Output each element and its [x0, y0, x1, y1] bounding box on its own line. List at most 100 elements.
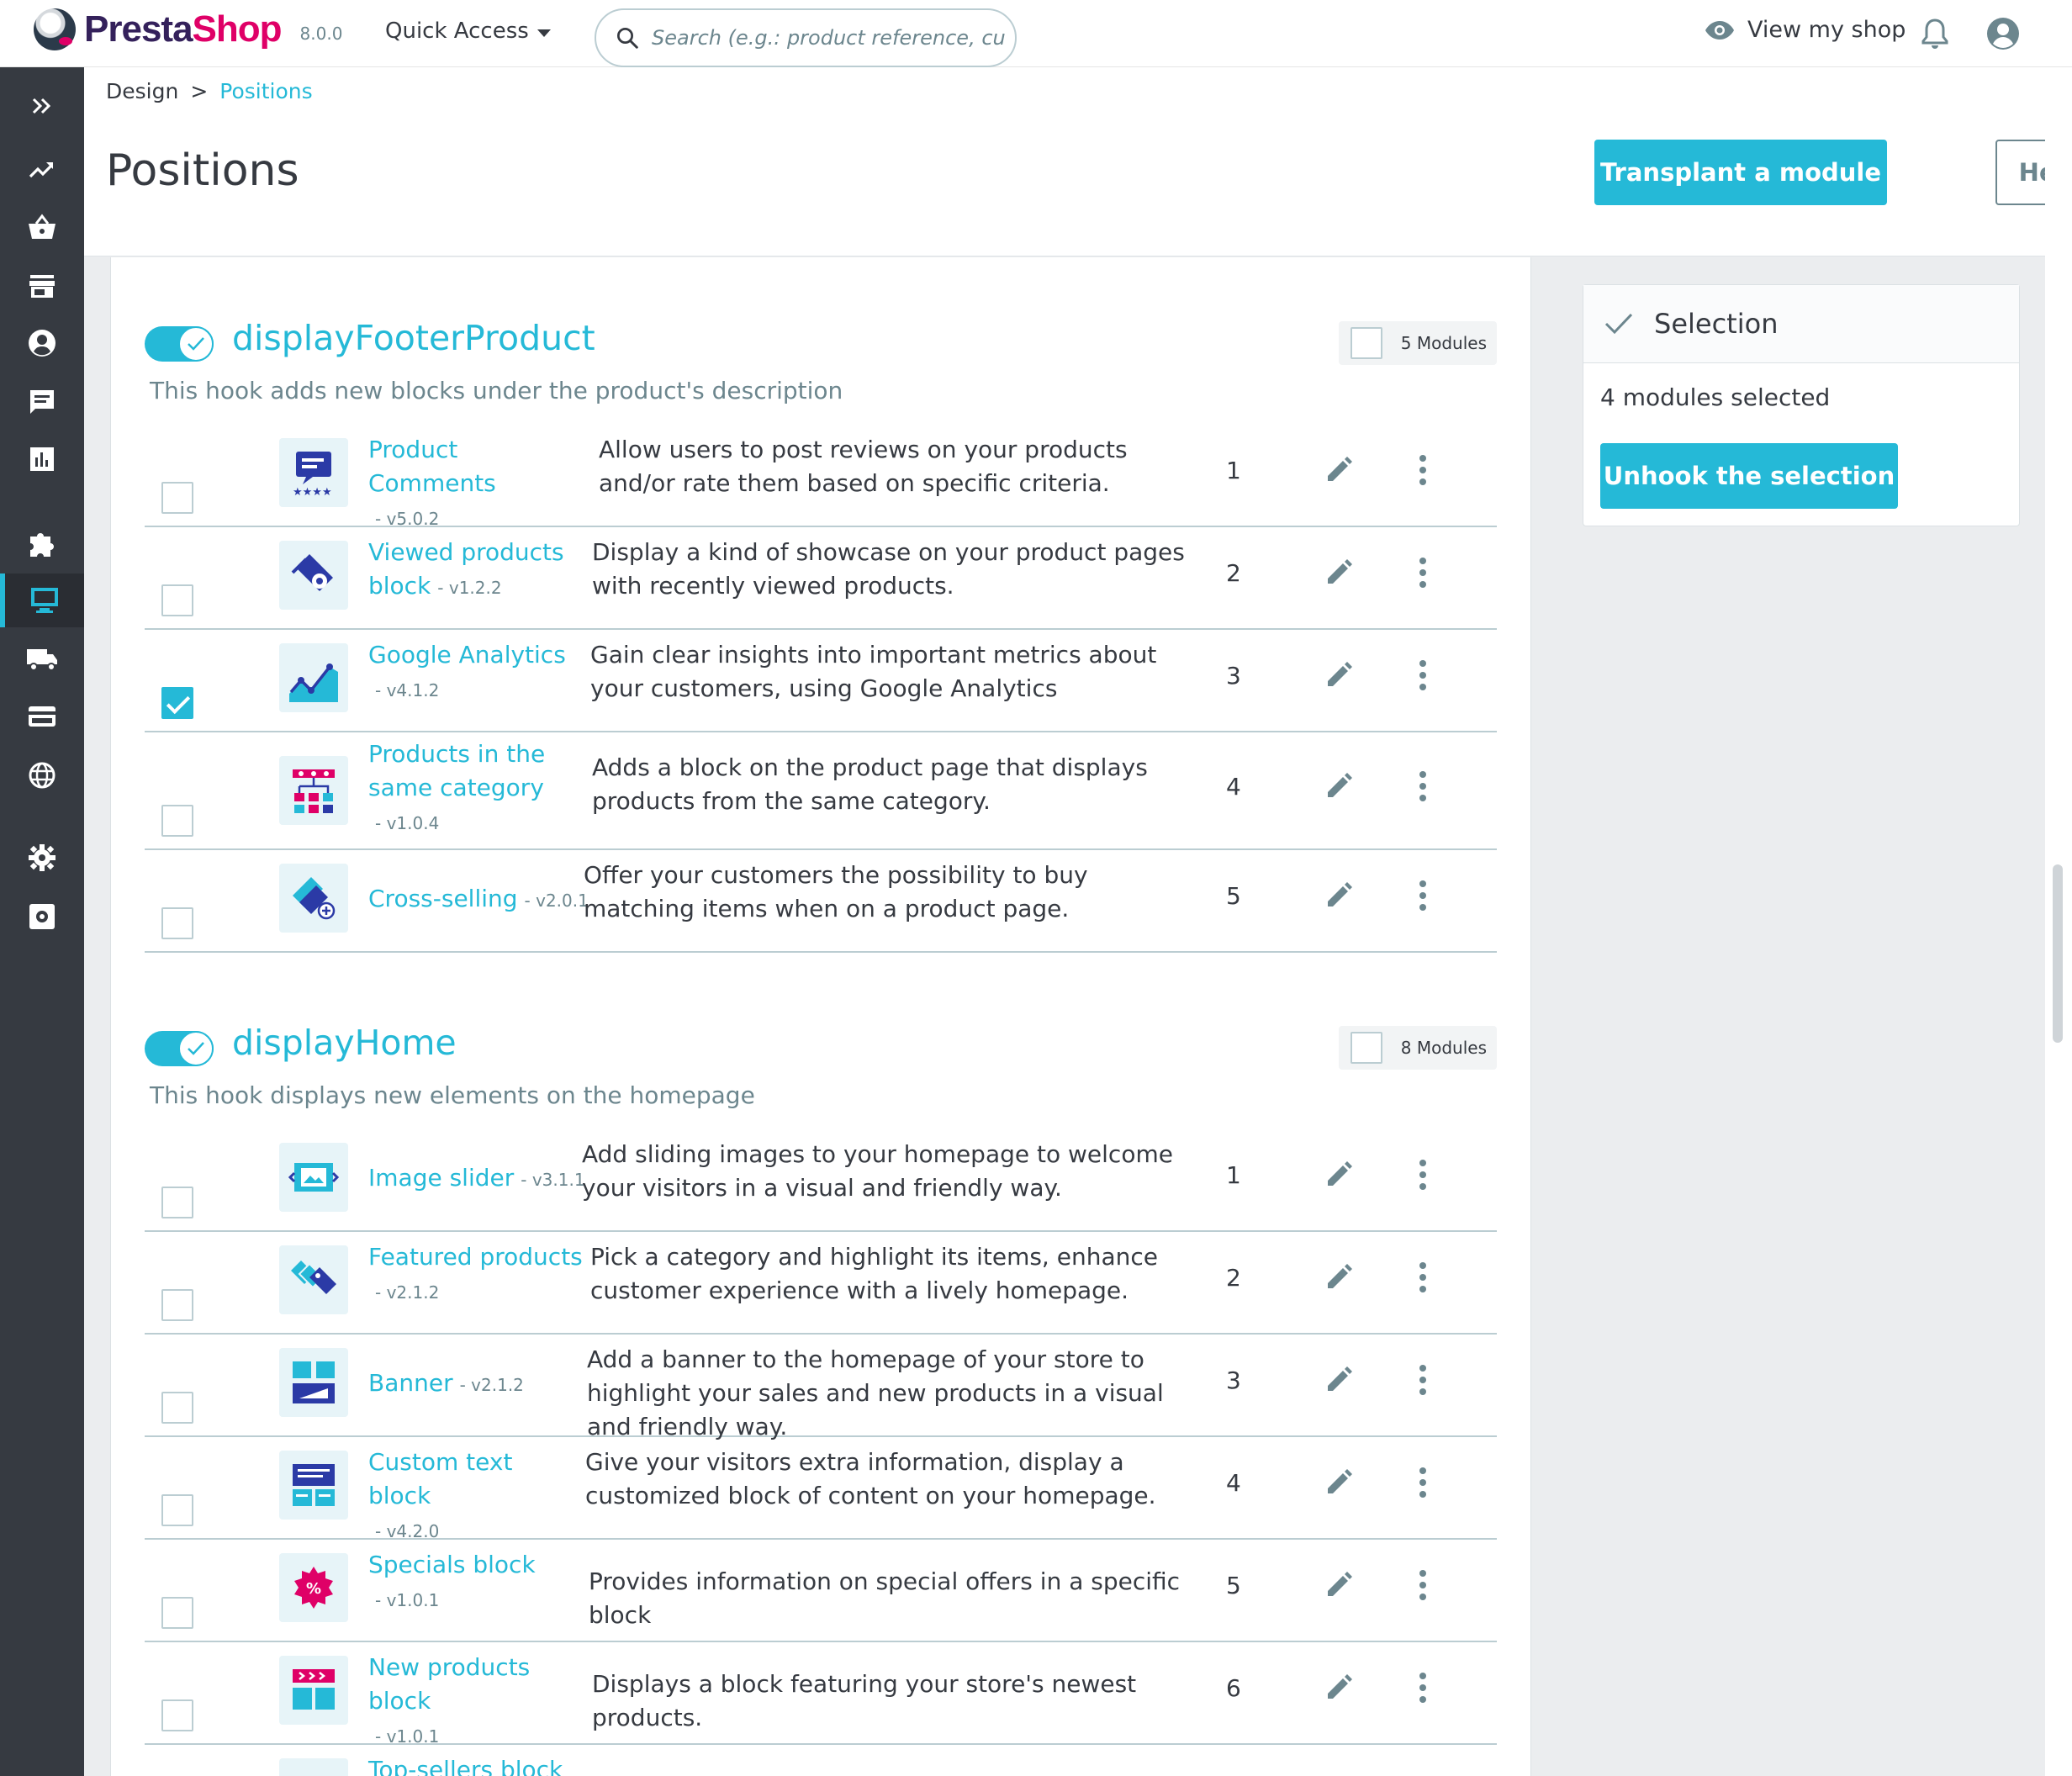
sidebar-item-orders[interactable]	[0, 200, 84, 254]
sidebar-item-payment[interactable]	[0, 690, 84, 743]
prestashop-logo[interactable]: PrestaShop 8.0.0	[34, 8, 342, 50]
sidebar-item-design[interactable]	[0, 574, 84, 627]
more-options-button[interactable]	[1413, 1567, 1433, 1604]
hook-toggle[interactable]	[145, 1031, 214, 1066]
more-options-button[interactable]	[1413, 1156, 1433, 1193]
sidebar-item-modules[interactable]	[0, 516, 84, 570]
more-options-button[interactable]	[1413, 657, 1433, 694]
sidebar-item-customer-service[interactable]	[0, 375, 84, 429]
more-options-button[interactable]	[1413, 1464, 1433, 1501]
module-version: - v3.1.1	[521, 1170, 585, 1190]
page-scrollbar[interactable]	[2045, 67, 2072, 1776]
edit-button[interactable]	[1322, 1669, 1356, 1703]
module-title[interactable]: Specials block	[368, 1551, 536, 1578]
sidebar-item-advanced-settings[interactable]	[0, 890, 84, 944]
module-title[interactable]: Image slider	[368, 1164, 514, 1192]
edit-button[interactable]	[1322, 1361, 1356, 1395]
edit-button[interactable]	[1322, 1259, 1356, 1292]
module-checkbox[interactable]	[161, 1597, 193, 1629]
brand-part2: Shop	[192, 8, 283, 50]
sidebar-item-catalog[interactable]	[0, 259, 84, 313]
view-my-shop-link[interactable]: View my shop	[1704, 17, 1906, 43]
hook-toggle[interactable]	[145, 326, 214, 362]
more-options-button[interactable]	[1413, 1259, 1433, 1296]
module-title[interactable]: Product Comments	[368, 436, 496, 497]
sidebar-item-shipping[interactable]	[0, 632, 84, 686]
select-all-checkbox[interactable]	[1350, 1032, 1382, 1064]
more-options-button[interactable]	[1413, 554, 1433, 591]
module-title[interactable]: Custom text block	[368, 1448, 512, 1509]
bell-icon	[1921, 18, 1948, 49]
module-position: 4	[1226, 1469, 1241, 1497]
edit-button[interactable]	[1322, 452, 1356, 485]
unhook-selection-button[interactable]: Unhook the selection	[1600, 443, 1898, 509]
truck-icon	[27, 649, 57, 671]
module-checkbox[interactable]	[161, 907, 193, 939]
more-options-button[interactable]	[1413, 768, 1433, 805]
check-icon	[188, 337, 204, 351]
module-checkbox[interactable]	[161, 1392, 193, 1424]
module-checkbox[interactable]	[161, 1494, 193, 1526]
sidebar-item-customers[interactable]	[0, 316, 84, 370]
edit-button[interactable]	[1322, 877, 1356, 911]
module-version: - v1.2.2	[437, 578, 502, 598]
module-title[interactable]: Top-sellers block	[368, 1756, 563, 1776]
quick-access-label: Quick Access	[385, 18, 529, 44]
edit-button[interactable]	[1322, 1464, 1356, 1498]
search-box[interactable]	[595, 8, 1017, 67]
module-checkbox[interactable]	[161, 584, 193, 616]
module-title[interactable]: New products block	[368, 1653, 530, 1715]
svg-text:★★★★: ★★★★	[293, 486, 332, 499]
module-description: Display a kind of showcase on your produ…	[592, 538, 1185, 600]
module-checkbox[interactable]	[161, 805, 193, 837]
check-icon	[1604, 313, 1633, 335]
module-checkbox[interactable]	[161, 482, 193, 514]
module-title[interactable]: Cross-selling	[368, 885, 518, 912]
more-options-button[interactable]	[1413, 1669, 1433, 1706]
module-title[interactable]: Banner	[368, 1369, 453, 1397]
sidebar-item-international[interactable]	[0, 748, 84, 802]
module-title[interactable]: Featured products	[368, 1243, 583, 1271]
hook-name: displayFooterProduct	[232, 318, 595, 358]
pencil-icon	[1328, 662, 1352, 686]
breadcrumb-current[interactable]: Positions	[219, 79, 312, 103]
module-title[interactable]: Google Analytics	[368, 641, 566, 669]
top-sellers-icon: ★	[279, 1758, 348, 1776]
page-title: Positions	[106, 145, 299, 196]
sidebar-item-dashboard[interactable]	[0, 143, 84, 197]
select-all-checkbox[interactable]	[1350, 327, 1382, 359]
more-options-button[interactable]	[1413, 877, 1433, 914]
account-button[interactable]	[1986, 17, 2020, 54]
module-checkbox[interactable]	[161, 1187, 193, 1218]
edit-button[interactable]	[1322, 1156, 1356, 1190]
stats-icon	[30, 447, 54, 471]
sidebar	[0, 67, 84, 1776]
breadcrumb-parent[interactable]: Design	[106, 79, 178, 103]
module-checkbox[interactable]	[161, 1289, 193, 1321]
module-description: Gain clear insights into important metri…	[590, 641, 1157, 702]
module-row: ★★★★ Product Comments - v5.0.2 Allow user…	[145, 425, 1497, 529]
edit-button[interactable]	[1322, 657, 1356, 690]
scroll-thumb[interactable]	[2053, 864, 2063, 1043]
custom-text-icon	[279, 1451, 348, 1520]
edit-button[interactable]	[1322, 768, 1356, 801]
sidebar-expand[interactable]	[0, 79, 84, 133]
module-position: 2	[1226, 1264, 1241, 1292]
module-description: Provides information on special offers i…	[589, 1567, 1181, 1629]
module-checkbox[interactable]	[161, 1699, 193, 1731]
more-options-button[interactable]	[1413, 452, 1433, 489]
transplant-module-button[interactable]: Transplant a module	[1594, 140, 1887, 205]
sidebar-item-stats[interactable]	[0, 432, 84, 486]
module-position: 3	[1226, 1366, 1241, 1394]
module-title[interactable]: Products in the same category	[368, 740, 545, 801]
search-input[interactable]	[652, 26, 1005, 50]
edit-button[interactable]	[1322, 554, 1356, 588]
module-version: - v2.1.2	[459, 1375, 524, 1395]
module-position: 1	[1226, 1161, 1241, 1189]
more-options-button[interactable]	[1413, 1361, 1433, 1398]
sidebar-item-settings[interactable]	[0, 831, 84, 885]
quick-access-dropdown[interactable]: Quick Access	[385, 18, 551, 44]
notifications-button[interactable]	[1921, 17, 1949, 54]
edit-button[interactable]	[1322, 1567, 1356, 1600]
module-checkbox[interactable]	[161, 687, 193, 719]
